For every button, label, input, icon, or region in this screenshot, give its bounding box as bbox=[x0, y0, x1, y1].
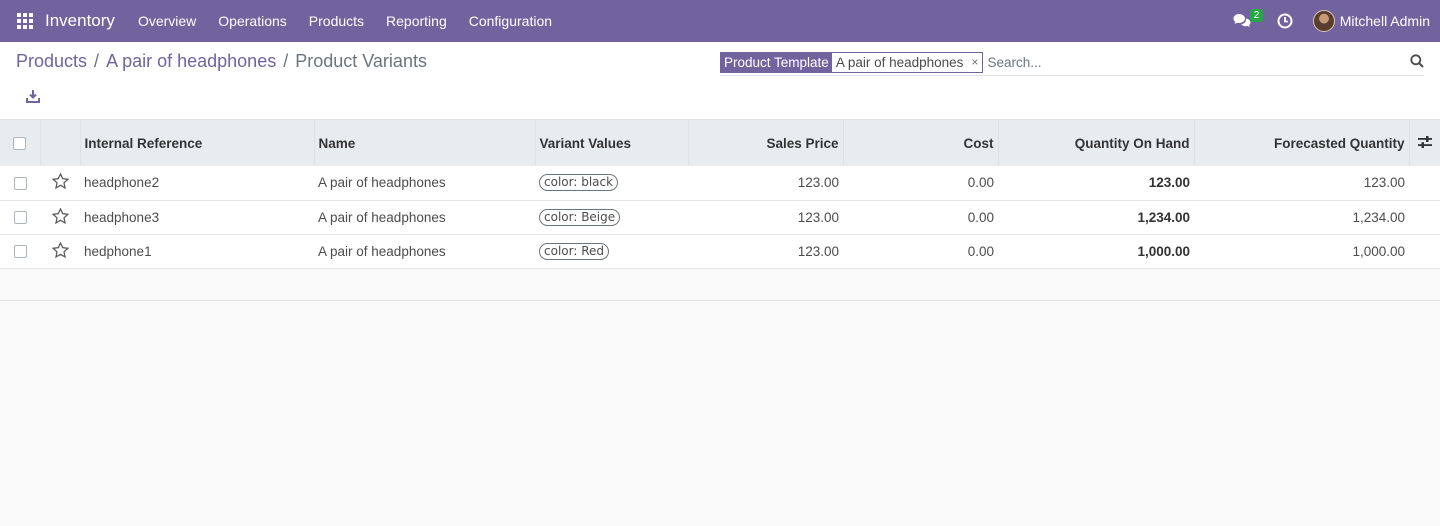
table-row[interactable]: hedphone1 A pair of headphones color: Re… bbox=[0, 234, 1440, 268]
cell-name: A pair of headphones bbox=[318, 175, 446, 191]
variants-table: Internal Reference Name Variant Values S… bbox=[0, 120, 1440, 301]
clock-icon bbox=[1277, 13, 1293, 29]
list-view: Internal Reference Name Variant Values S… bbox=[0, 120, 1440, 301]
search-icon[interactable] bbox=[1410, 54, 1424, 68]
cell-forecasted-quantity: 123.00 bbox=[1363, 175, 1405, 191]
cell-sales-price: 123.00 bbox=[797, 175, 839, 191]
search-bar: Product Template A pair of headphones × bbox=[720, 50, 1424, 76]
variant-tag: color: Red bbox=[539, 242, 609, 260]
sliders-icon bbox=[1417, 135, 1432, 148]
cell-variant-values: color: Red bbox=[535, 234, 688, 268]
cell-sales-price: 123.00 bbox=[797, 243, 839, 259]
message-count-badge: 2 bbox=[1249, 9, 1264, 22]
cell-internal-reference: headphone3 bbox=[84, 209, 160, 225]
breadcrumb: Products / A pair of headphones / Produc… bbox=[16, 51, 427, 72]
favorite-header bbox=[40, 120, 81, 166]
cell-empty bbox=[1409, 234, 1440, 268]
cell-forecasted-quantity: 1,234.00 bbox=[1352, 209, 1405, 225]
nav-overview[interactable]: Overview bbox=[127, 13, 207, 29]
table-footer-spacer bbox=[0, 268, 1440, 300]
control-panel: Products / A pair of headphones / Produc… bbox=[0, 42, 1440, 155]
search-input[interactable] bbox=[987, 55, 1408, 70]
user-avatar[interactable] bbox=[1312, 10, 1335, 32]
variant-tag: color: Beige bbox=[539, 208, 621, 226]
app-name[interactable]: Inventory bbox=[45, 11, 115, 31]
nav-configuration[interactable]: Configuration bbox=[458, 13, 563, 29]
favorite-star-icon[interactable] bbox=[40, 234, 80, 268]
cell-internal-reference: headphone2 bbox=[84, 175, 160, 191]
favorite-star-icon[interactable] bbox=[40, 200, 80, 234]
cell-variant-values: color: black bbox=[535, 166, 688, 200]
chat-icon bbox=[1233, 14, 1251, 27]
breadcrumb-template[interactable]: A pair of headphones bbox=[106, 51, 276, 72]
row-checkbox[interactable] bbox=[13, 211, 27, 225]
cell-forecasted-quantity: 1,000.00 bbox=[1352, 243, 1405, 259]
breadcrumb-separator: / bbox=[94, 51, 100, 71]
row-checkbox[interactable] bbox=[13, 177, 27, 191]
header-internal-reference[interactable]: Internal Reference bbox=[80, 120, 315, 166]
cell-quantity-on-hand: 123.00 bbox=[1148, 175, 1190, 191]
facet-label: Product Template bbox=[721, 53, 832, 72]
activity-menu[interactable] bbox=[1277, 0, 1295, 42]
facet-value-text: A pair of headphones bbox=[835, 55, 964, 70]
cell-sales-price: 123.00 bbox=[797, 209, 839, 225]
cell-quantity-on-hand: 1,000.00 bbox=[1137, 243, 1190, 259]
cell-empty bbox=[1409, 166, 1440, 200]
header-cost[interactable]: Cost bbox=[843, 120, 999, 166]
cell-empty bbox=[1409, 200, 1440, 234]
select-all-cell bbox=[0, 120, 41, 166]
table-row[interactable]: headphone2 A pair of headphones color: b… bbox=[0, 166, 1440, 200]
table-header: Internal Reference Name Variant Values S… bbox=[0, 120, 1440, 166]
nav-products[interactable]: Products bbox=[298, 13, 375, 29]
search-facet: Product Template A pair of headphones × bbox=[720, 52, 984, 73]
cell-internal-reference: hedphone1 bbox=[84, 243, 152, 259]
nav-operations[interactable]: Operations bbox=[207, 13, 297, 29]
apps-menu-icon[interactable] bbox=[17, 13, 33, 29]
header-forecasted-quantity[interactable]: Forecasted Quantity bbox=[1194, 120, 1410, 166]
variant-tag: color: black bbox=[539, 174, 619, 192]
select-all-checkbox[interactable] bbox=[13, 137, 27, 151]
header-sales-price[interactable]: Sales Price bbox=[688, 120, 844, 166]
nav-reporting[interactable]: Reporting bbox=[375, 13, 458, 29]
cell-cost: 0.00 bbox=[967, 243, 994, 259]
header-variant-values[interactable]: Variant Values bbox=[535, 120, 689, 166]
breadcrumb-current: Product Variants bbox=[295, 51, 427, 71]
row-select-cell bbox=[0, 200, 40, 234]
row-select-cell bbox=[0, 166, 40, 200]
top-navbar: Inventory Overview Operations Products R… bbox=[0, 0, 1440, 42]
cell-variant-values: color: Beige bbox=[535, 200, 688, 234]
cell-cost: 0.00 bbox=[967, 175, 994, 191]
row-select-cell bbox=[0, 234, 40, 268]
download-icon[interactable] bbox=[26, 89, 40, 103]
breadcrumb-separator: / bbox=[283, 51, 289, 71]
breadcrumb-products[interactable]: Products bbox=[16, 51, 87, 72]
header-name[interactable]: Name bbox=[314, 120, 536, 166]
cell-name: A pair of headphones bbox=[318, 209, 446, 225]
optional-columns-toggle[interactable] bbox=[1409, 120, 1440, 166]
messaging-menu[interactable]: 2 bbox=[1233, 0, 1264, 42]
table-row[interactable]: headphone3 A pair of headphones color: B… bbox=[0, 200, 1440, 234]
cell-quantity-on-hand: 1,234.00 bbox=[1137, 209, 1190, 225]
facet-value: A pair of headphones × bbox=[831, 53, 983, 72]
cell-name: A pair of headphones bbox=[318, 243, 446, 259]
user-name[interactable]: Mitchell Admin bbox=[1340, 13, 1430, 29]
row-checkbox[interactable] bbox=[13, 245, 27, 259]
header-quantity-on-hand[interactable]: Quantity On Hand bbox=[998, 120, 1195, 166]
favorite-star-icon[interactable] bbox=[40, 166, 80, 200]
empty-footer-cell bbox=[0, 268, 1440, 300]
facet-remove-icon[interactable]: × bbox=[971, 53, 978, 72]
cell-cost: 0.00 bbox=[967, 209, 994, 225]
